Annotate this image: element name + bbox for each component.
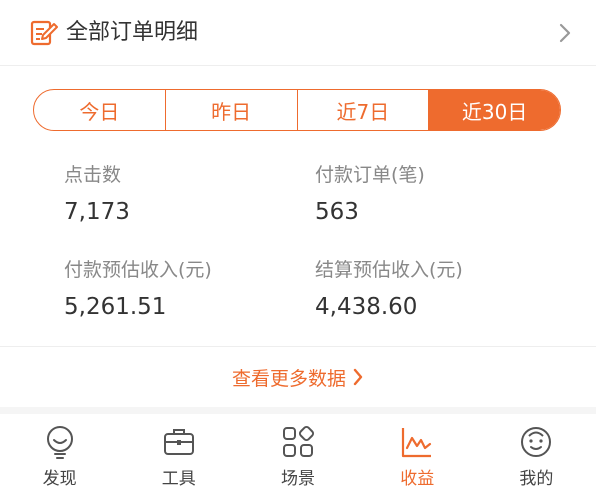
stat-value: 7,173 (64, 199, 130, 225)
stat-est-settled-income: 结算预估收入(元) 4,438.60 (315, 257, 463, 323)
nav-item-mine[interactable]: 我的 (477, 414, 596, 500)
stat-label: 点击数 (64, 164, 122, 186)
smiley-face-icon (521, 427, 552, 457)
tab-last-7-days[interactable]: 近7日 (298, 90, 430, 130)
nav-label: 场景 (281, 469, 315, 489)
chevron-right-icon[interactable] (558, 22, 572, 44)
nav-label: 收益 (400, 469, 435, 489)
section-separator (0, 407, 596, 414)
nav-item-tools[interactable]: 工具 (119, 414, 238, 500)
stat-label: 付款预估收入(元) (64, 259, 212, 281)
view-more-data-link[interactable]: 查看更多数据 (0, 347, 596, 407)
tab-today[interactable]: 今日 (34, 90, 166, 130)
stat-label: 结算预估收入(元) (315, 259, 463, 281)
stat-value: 4,438.60 (315, 294, 418, 320)
grid-icon (283, 425, 315, 457)
nav-label: 发现 (42, 469, 77, 489)
nav-label: 工具 (161, 469, 196, 489)
tab-last-30-days[interactable]: 近30日 (429, 90, 560, 130)
tab-yesterday[interactable]: 昨日 (166, 90, 298, 130)
view-more-label: 查看更多数据 (231, 367, 346, 390)
bottom-nav: 发现 工具 场景 收益 我的 (0, 414, 596, 500)
nav-item-earnings[interactable]: 收益 (358, 414, 477, 500)
chart-icon (402, 428, 432, 458)
chevron-right-icon (353, 368, 363, 386)
bulb-icon (46, 426, 73, 459)
page-title: 全部订单明细 (66, 20, 199, 45)
nav-label: 我的 (519, 469, 554, 489)
page-header[interactable]: 全部订单明细 (0, 0, 596, 66)
stat-paid-orders: 付款订单(笔) 563 (315, 162, 425, 228)
toolbox-icon (163, 429, 194, 455)
stat-clicks: 点击数 7,173 (64, 162, 130, 228)
stat-value: 563 (315, 199, 359, 225)
stat-est-paid-income: 付款预估收入(元) 5,261.51 (64, 257, 212, 323)
stat-value: 5,261.51 (64, 294, 167, 320)
edit-document-icon (30, 20, 58, 46)
date-range-tabs: 今日 昨日 近7日 近30日 (33, 89, 561, 131)
nav-item-scenes[interactable]: 场景 (238, 414, 357, 500)
stat-label: 付款订单(笔) (315, 164, 425, 186)
nav-item-discover[interactable]: 发现 (0, 414, 119, 500)
